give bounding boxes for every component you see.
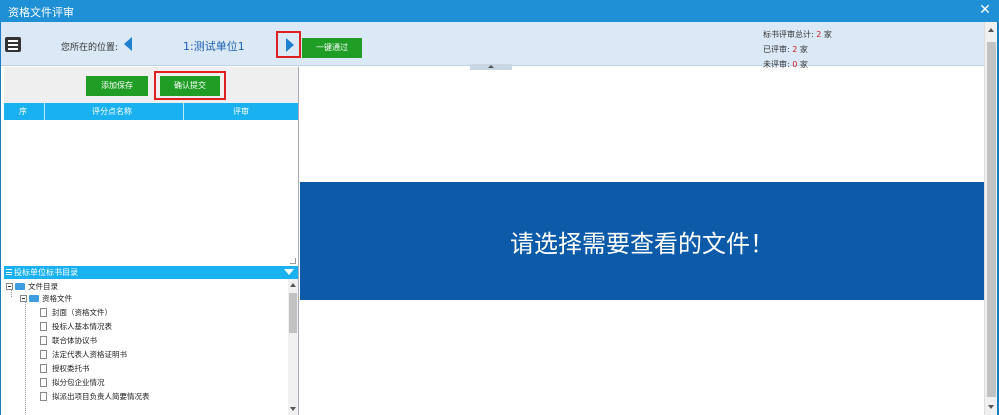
scroll-thumb[interactable] xyxy=(987,42,996,397)
col-review: 评审 xyxy=(233,107,249,116)
tree-root-label: 文件目录 xyxy=(28,282,58,291)
stat-unreviewed-value: 0 xyxy=(792,60,798,69)
stat-unit: 家 xyxy=(799,45,808,54)
col-scoring-point: 评分点名称 xyxy=(92,107,132,116)
document-icon xyxy=(40,350,47,359)
tree-panel-title: 投标单位标书目录 xyxy=(14,268,78,277)
stat-total-label: 标书评审总计: xyxy=(763,30,814,39)
folder-icon xyxy=(29,295,39,302)
tree-item-label: 联合体协议书 xyxy=(52,336,97,345)
tree-folder-label: 资格文件 xyxy=(42,294,72,303)
review-window: 您所在的位置: 1:测试单位1 一键通过 标书评审总计: 2 家 已评审: 2 … xyxy=(1,22,997,415)
list-icon xyxy=(6,269,12,275)
document-icon xyxy=(40,322,47,331)
scroll-down-icon[interactable] xyxy=(988,405,994,409)
tree-item[interactable]: 拟分包企业情况 xyxy=(40,377,105,389)
next-unit-button[interactable] xyxy=(276,31,301,58)
window-scrollbar[interactable] xyxy=(984,22,997,415)
collapse-icon[interactable] xyxy=(20,295,27,302)
stat-unit: 家 xyxy=(823,30,832,39)
resize-grip-icon[interactable] xyxy=(290,258,296,264)
document-icon xyxy=(40,364,47,373)
document-icon xyxy=(40,336,47,345)
current-unit-name: 1:测试单位1 xyxy=(183,40,245,53)
stat-unit: 家 xyxy=(799,60,808,69)
action-bar: 添加保存 确认提交 xyxy=(4,67,298,103)
menu-icon[interactable] xyxy=(5,37,21,52)
chevron-down-icon[interactable] xyxy=(284,269,294,275)
review-stats: 标书评审总计: 2 家 已评审: 2 家 未评审: 0 家 xyxy=(763,27,832,72)
tree-root[interactable]: 文件目录 xyxy=(6,281,58,293)
tree-item[interactable]: 授权委托书 xyxy=(40,363,90,375)
file-tree: 文件目录 资格文件 封面（资格文件） 投标人基本情况表 联合体协议书 法定代表人… xyxy=(4,279,288,415)
document-icon xyxy=(40,392,47,401)
tree-item[interactable]: 法定代表人资格证明书 xyxy=(40,349,127,361)
scoring-table-body xyxy=(4,120,298,266)
next-unit-icon xyxy=(286,38,294,52)
stat-total: 标书评审总计: 2 家 xyxy=(763,27,832,42)
scoring-table-header: 序 评分点名称 评审 xyxy=(4,103,298,120)
document-viewer: 请选择需要查看的文件！ xyxy=(300,70,984,415)
tree-item[interactable]: 投标人基本情况表 xyxy=(40,321,112,333)
previous-unit-icon[interactable] xyxy=(124,37,132,51)
window-titlebar: 资格文件评审 ✕ xyxy=(0,0,999,22)
tree-item[interactable]: 联合体协议书 xyxy=(40,335,97,347)
left-panel: 添加保存 确认提交 序 评分点名称 评审 投标单位标书目录 文件目录 资格文件 … xyxy=(4,67,299,415)
scroll-thumb[interactable] xyxy=(289,293,297,333)
tree-item-label: 法定代表人资格证明书 xyxy=(52,350,127,359)
tree-item[interactable]: 拟派出项目负责人简要情况表 xyxy=(40,391,150,403)
tree-folder[interactable]: 资格文件 xyxy=(20,293,72,305)
stat-reviewed: 已评审: 2 家 xyxy=(763,42,832,57)
close-icon[interactable]: ✕ xyxy=(977,2,993,18)
folder-icon xyxy=(15,283,25,290)
tree-item-label: 封面（资格文件） xyxy=(52,308,112,317)
tree-item-label: 拟派出项目负责人简要情况表 xyxy=(52,392,150,401)
document-icon xyxy=(40,378,47,387)
document-icon xyxy=(40,308,47,317)
empty-state-message: 请选择需要查看的文件！ xyxy=(510,230,774,258)
tree-panel-header: 投标单位标书目录 xyxy=(4,266,298,279)
empty-state-banner: 请选择需要查看的文件！ xyxy=(300,182,984,300)
confirm-submit-highlight: 确认提交 xyxy=(154,71,226,100)
scroll-up-icon[interactable] xyxy=(290,283,296,287)
tree-scrollbar[interactable] xyxy=(288,279,298,415)
stat-reviewed-label: 已评审: xyxy=(763,45,790,54)
stat-unreviewed-label: 未评审: xyxy=(763,60,790,69)
pass-all-button[interactable]: 一键通过 xyxy=(302,38,362,58)
tree-item[interactable]: 封面（资格文件） xyxy=(40,307,112,319)
scroll-down-icon[interactable] xyxy=(290,407,296,411)
collapse-icon[interactable] xyxy=(6,283,13,290)
scroll-up-icon[interactable] xyxy=(988,28,994,32)
tree-item-label: 投标人基本情况表 xyxy=(52,322,112,331)
tree-item-label: 授权委托书 xyxy=(52,364,90,373)
tree-item-label: 拟分包企业情况 xyxy=(52,378,105,387)
location-label: 您所在的位置: xyxy=(61,43,119,53)
add-save-button[interactable]: 添加保存 xyxy=(86,76,148,96)
confirm-submit-button[interactable]: 确认提交 xyxy=(160,76,220,96)
col-index: 序 xyxy=(19,107,27,116)
location-toolbar: 您所在的位置: 1:测试单位1 一键通过 标书评审总计: 2 家 已评审: 2 … xyxy=(1,22,984,70)
stat-reviewed-value: 2 xyxy=(792,45,798,54)
window-title: 资格文件评审 xyxy=(8,6,74,19)
stat-total-value: 2 xyxy=(816,30,822,39)
